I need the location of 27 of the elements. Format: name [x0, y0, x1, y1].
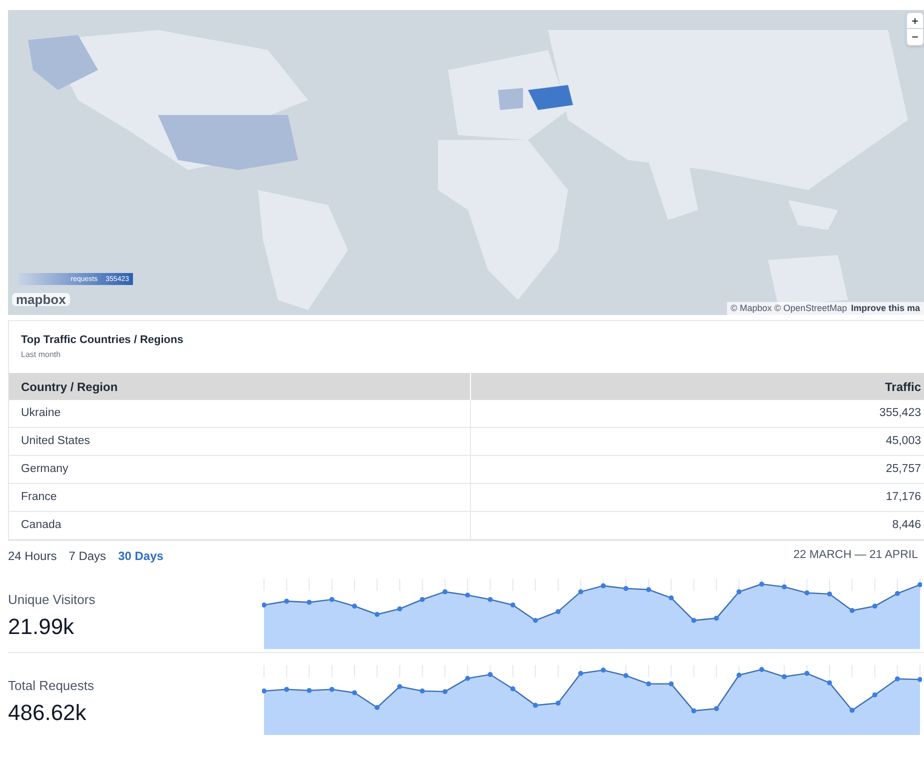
date-range: 22 MARCH — 21 APRIL — [793, 548, 918, 564]
stat-value: 21.99k — [8, 613, 76, 641]
zoom-in-button[interactable]: + — [907, 13, 923, 29]
card-title: Top Traffic Countries / Regions — [21, 333, 184, 347]
range-tab[interactable]: 30 Days — [118, 547, 164, 565]
range-tab[interactable]: 7 Days — [68, 547, 106, 565]
table-cell-text: 25,757 — [884, 462, 922, 477]
table-cell: Germany — [9, 456, 471, 483]
table-cell: Ukraine — [9, 400, 471, 427]
column-header: Country / Region — [9, 373, 471, 400]
table-cell-text: 8,446 — [891, 518, 922, 533]
map-attribution: © Mapbox © OpenStreetMap — [730, 302, 847, 315]
table-cell-text: 17,176 — [884, 490, 922, 505]
zoom-out-button[interactable]: − — [907, 29, 923, 45]
improve-map-link[interactable]: Improve this ma — [850, 302, 920, 315]
column-header: Traffic — [884, 378, 922, 396]
table-cell: France — [9, 484, 471, 511]
table-cell-text: 45,003 — [884, 434, 922, 449]
map-logo: mapbox — [12, 293, 70, 306]
stat-label: Unique Visitors — [8, 591, 96, 609]
table-cell: United States — [9, 428, 471, 455]
table-cell-text: 355,423 — [878, 406, 922, 421]
table-cell: Canada — [9, 512, 471, 539]
card-subtitle: Last month — [21, 349, 62, 361]
range-tab[interactable]: 24 Hours — [8, 547, 57, 565]
stat-value: 486.62k — [8, 699, 88, 727]
stat-label: Total Requests — [8, 677, 95, 695]
